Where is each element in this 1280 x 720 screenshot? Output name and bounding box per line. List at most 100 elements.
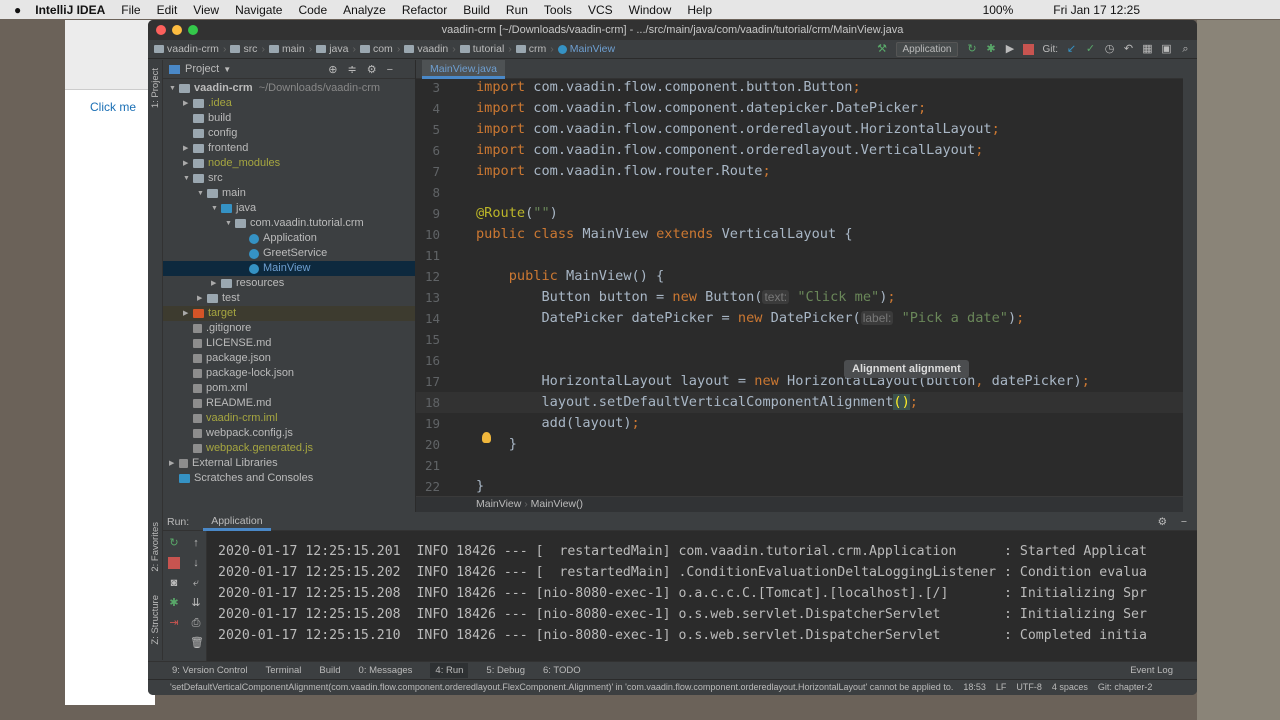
tree-item[interactable]: Scratches and Consoles — [163, 471, 415, 486]
code-line[interactable]: 16 — [416, 350, 1183, 371]
code-editor[interactable]: MainView.java 3 import com.vaadin.flow.co… — [416, 60, 1183, 512]
code-line[interactable]: 7 import com.vaadin.flow.router.Route; — [416, 161, 1183, 182]
git-history-icon[interactable]: ◷ — [1104, 44, 1115, 55]
menu-analyze[interactable]: Analyze — [343, 3, 386, 17]
breadcrumb-item[interactable]: src › — [230, 43, 265, 55]
tree-item[interactable]: ▶ target — [163, 306, 415, 321]
build-hammer-icon[interactable]: ⚒ — [877, 44, 888, 55]
tree-item[interactable]: LICENSE.md — [163, 336, 415, 351]
tree-item[interactable]: .gitignore — [163, 321, 415, 336]
menu-help[interactable]: Help — [687, 3, 712, 17]
code-line[interactable]: 13 Button button = new Button(text: "Cli… — [416, 287, 1183, 308]
tree-item[interactable]: ▼ main — [163, 186, 415, 201]
tool-window-button[interactable]: 5: Debug — [486, 665, 525, 676]
project-tool-tab[interactable]: 1: Project — [150, 68, 161, 108]
tree-item[interactable]: ▶ External Libraries — [163, 456, 415, 471]
menu-run[interactable]: Run — [506, 3, 528, 17]
code-line[interactable]: 4 import com.vaadin.flow.component.datepi… — [416, 98, 1183, 119]
scroll-to-end-icon[interactable]: ⇊ — [190, 597, 202, 609]
down-arrow-icon[interactable]: ↓ — [190, 557, 202, 569]
breadcrumb-item[interactable]: crm › — [515, 43, 554, 55]
chevron-down-icon[interactable]: ▼ — [223, 65, 231, 74]
menu-vcs[interactable]: VCS — [588, 3, 613, 17]
breadcrumb-item[interactable]: com › — [359, 43, 400, 55]
tree-item[interactable]: package.json — [163, 351, 415, 366]
tree-item[interactable]: pom.xml — [163, 381, 415, 396]
collapsed-arrow-icon[interactable]: ▶ — [183, 156, 193, 171]
hide-icon[interactable]: − — [1181, 516, 1187, 528]
tree-item[interactable]: ▶ resources — [163, 276, 415, 291]
stop-icon[interactable] — [1023, 44, 1035, 55]
code-line[interactable]: 11 — [416, 245, 1183, 266]
expanded-arrow-icon[interactable]: ▼ — [169, 81, 179, 96]
tool-window-button[interactable]: 0: Messages — [359, 665, 413, 676]
editor-breadcrumb-item[interactable]: MainView() — [531, 498, 583, 510]
code-line[interactable]: 14 DatePicker datePicker = new DatePicke… — [416, 308, 1183, 329]
up-arrow-icon[interactable]: ↑ — [190, 537, 202, 549]
gear-icon[interactable]: ⚙ — [1158, 516, 1167, 528]
code-line[interactable]: 17 HorizontalLayout layout = new Horizon… — [416, 371, 1183, 392]
breadcrumb-item[interactable]: tutorial › — [459, 43, 512, 55]
menu-navigate[interactable]: Navigate — [235, 3, 282, 17]
apple-icon[interactable]: ● — [14, 3, 21, 17]
breadcrumb-item[interactable]: MainView — [557, 43, 615, 55]
breadcrumb-item[interactable]: vaadin-crm › — [154, 43, 226, 55]
code-line[interactable]: 9 @Route("") — [416, 203, 1183, 224]
print-icon[interactable]: ⎙ — [190, 617, 202, 629]
structure-tool-tab[interactable]: Z: Structure — [150, 595, 161, 645]
click-me-button[interactable]: Click me — [90, 100, 136, 114]
code-line[interactable]: 6 import com.vaadin.flow.component.ordere… — [416, 140, 1183, 161]
coverage-icon[interactable]: ▶ — [1004, 44, 1015, 55]
line-separator[interactable]: LF — [996, 680, 1007, 695]
app-menu[interactable]: IntelliJ IDEA — [35, 3, 105, 17]
caret-position[interactable]: 18:53 — [963, 680, 986, 695]
collapsed-arrow-icon[interactable]: ▶ — [169, 456, 179, 471]
stop-icon[interactable] — [168, 557, 180, 569]
tree-item[interactable]: README.md — [163, 396, 415, 411]
expanded-arrow-icon[interactable]: ▼ — [211, 201, 221, 216]
collapsed-arrow-icon[interactable]: ▶ — [183, 141, 193, 156]
code-line[interactable]: 22} — [416, 476, 1183, 497]
soft-wrap-icon[interactable]: ⤶ — [190, 577, 202, 589]
git-commit-icon[interactable]: ✓ — [1085, 44, 1096, 55]
tool-window-button[interactable]: 4: Run — [430, 663, 469, 678]
project-view-select[interactable]: Project — [185, 63, 219, 75]
code-line[interactable]: 15 — [416, 329, 1183, 350]
code-line[interactable]: 5 import com.vaadin.flow.component.ordere… — [416, 119, 1183, 140]
tree-item[interactable]: vaadin-crm.iml — [163, 411, 415, 426]
menu-view[interactable]: View — [193, 3, 219, 17]
run-tab-application[interactable]: Application — [203, 513, 271, 531]
tree-item[interactable]: package-lock.json — [163, 366, 415, 381]
tree-item[interactable]: ▶ frontend — [163, 141, 415, 156]
menu-file[interactable]: File — [121, 3, 140, 17]
code-line[interactable]: 3 import com.vaadin.flow.component.button… — [416, 77, 1183, 98]
code-line[interactable]: 8 — [416, 182, 1183, 203]
file-encoding[interactable]: UTF-8 — [1016, 680, 1042, 695]
git-update-icon[interactable]: ↙ — [1066, 44, 1077, 55]
tree-item[interactable]: ▼ src — [163, 171, 415, 186]
breadcrumb-item[interactable]: main › — [268, 43, 312, 55]
close-window-button[interactable] — [156, 25, 166, 35]
expanded-arrow-icon[interactable]: ▼ — [197, 186, 207, 201]
project-structure-icon[interactable]: ▦ — [1142, 44, 1153, 55]
tree-item[interactable]: ▶ .idea — [163, 96, 415, 111]
rerun-icon[interactable]: ↻ — [966, 44, 977, 55]
debug-icon[interactable]: ✱ — [168, 597, 180, 609]
menu-tools[interactable]: Tools — [544, 3, 572, 17]
camera-icon[interactable]: ◙ — [168, 577, 180, 589]
panel-actions[interactable]: ⊕≑⚙− — [328, 63, 403, 76]
zoom-window-button[interactable] — [188, 25, 198, 35]
collapsed-arrow-icon[interactable]: ▶ — [183, 306, 193, 321]
menu-window[interactable]: Window — [629, 3, 672, 17]
search-icon[interactable]: ⌕ — [1180, 44, 1191, 55]
menu-build[interactable]: Build — [463, 3, 490, 17]
run-configuration-select[interactable]: Application — [895, 42, 959, 57]
tree-item[interactable]: ▶ node_modules — [163, 156, 415, 171]
event-log-button[interactable]: Event Log — [1130, 665, 1173, 676]
terminal-icon[interactable]: ▣ — [1161, 44, 1172, 55]
code-line[interactable]: 19 add(layout); — [416, 413, 1183, 434]
debug-icon[interactable]: ✱ — [985, 44, 996, 55]
tree-item[interactable]: ▶ test — [163, 291, 415, 306]
exit-icon[interactable]: ⇥ — [168, 617, 180, 629]
git-rollback-icon[interactable]: ↶ — [1123, 44, 1134, 55]
